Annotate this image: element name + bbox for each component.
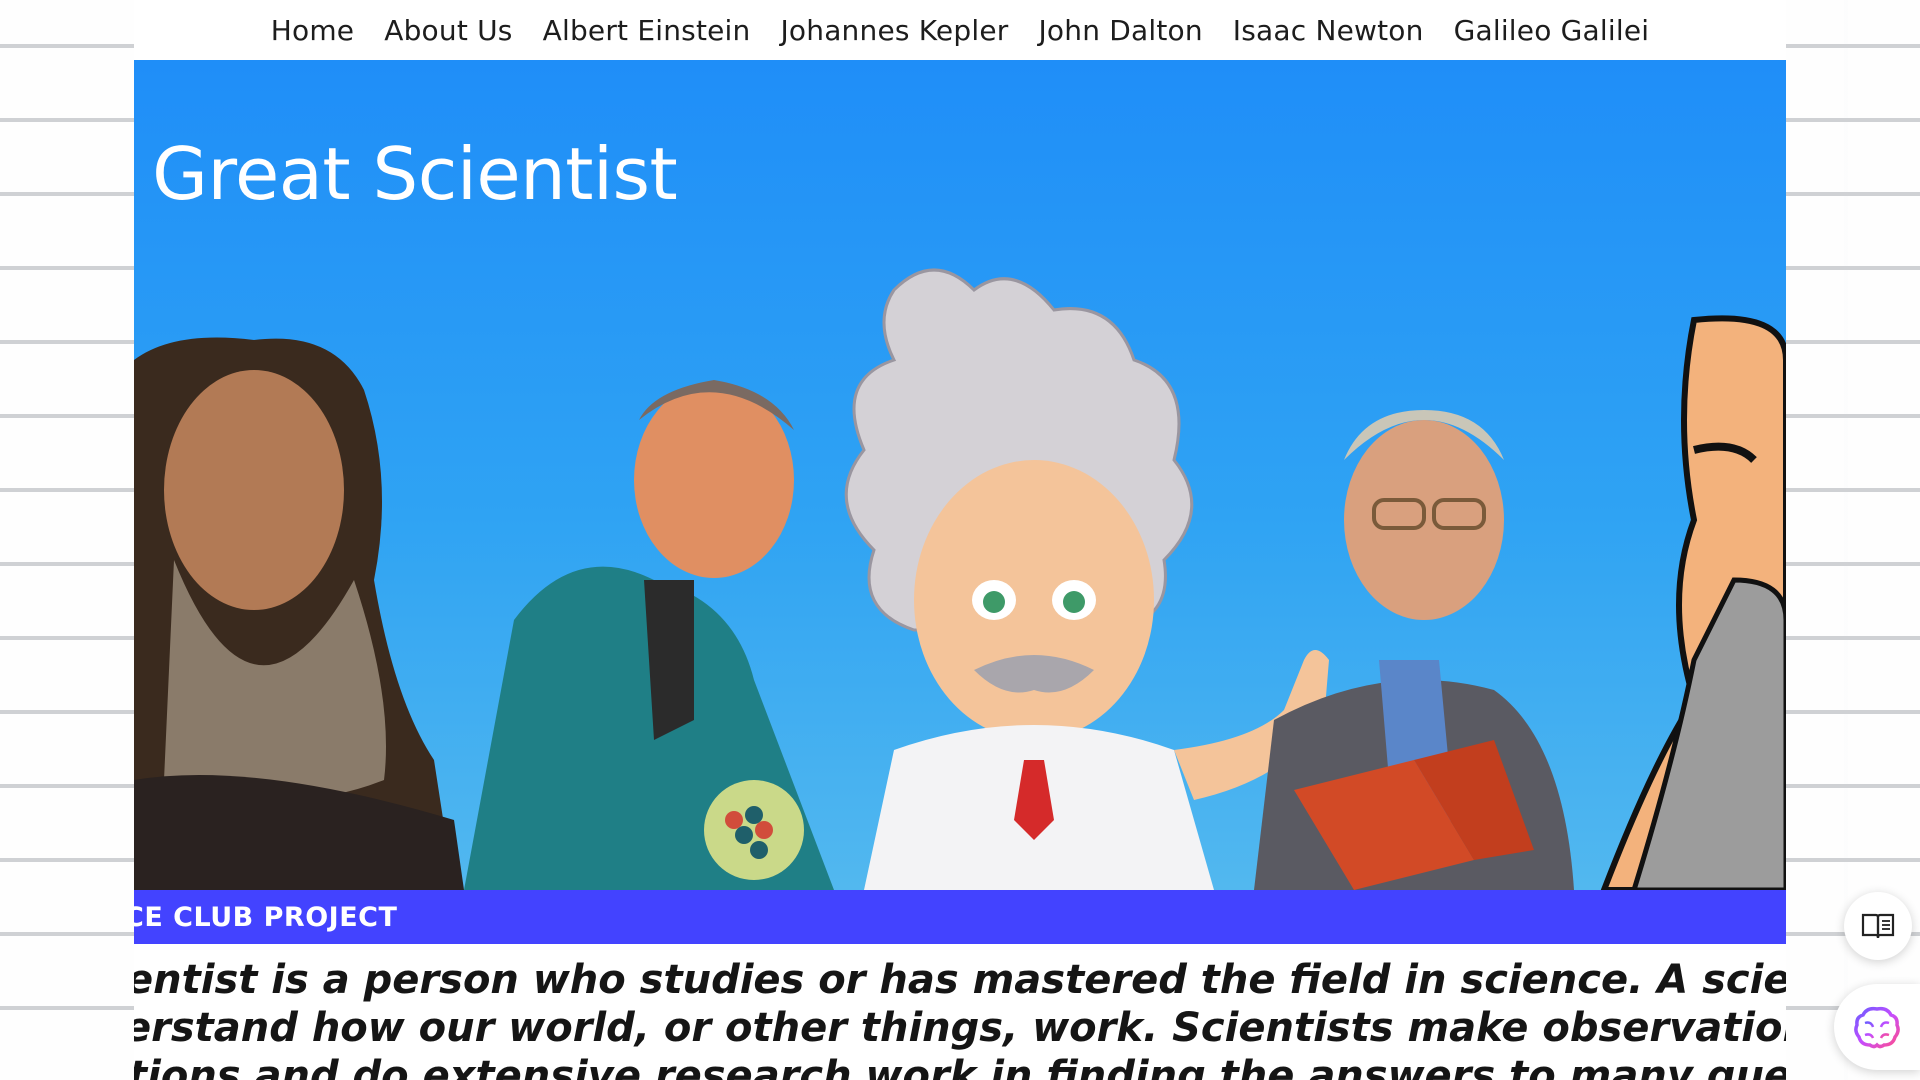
nav-galileo-galilei[interactable]: Galileo Galilei (1454, 14, 1650, 47)
man-with-book-figure (1254, 410, 1574, 890)
hero-title: e Great Scientist (134, 132, 678, 216)
nav-home[interactable]: Home (271, 14, 355, 47)
nav-albert-einstein[interactable]: Albert Einstein (543, 14, 751, 47)
brain-icon (1854, 1006, 1900, 1049)
galileo-figure (134, 337, 464, 890)
reader-mode-button[interactable] (1844, 892, 1912, 960)
einstein-figure (844, 268, 1329, 890)
intro-paragraph: entist is a person who studies or has ma… (134, 956, 1786, 1080)
club-project-banner: CE CLUB PROJECT (134, 890, 1786, 944)
nav-about-us[interactable]: About Us (384, 14, 512, 47)
nav-johannes-kepler[interactable]: Johannes Kepler (780, 14, 1008, 47)
page-container: Home About Us Albert Einstein Johannes K… (134, 0, 1786, 1080)
intro-line-3: tions and do extensive research work in … (134, 1053, 1786, 1080)
top-navigation: Home About Us Albert Einstein Johannes K… (134, 0, 1786, 60)
intro-line-2: erstand how our world, or other things, … (134, 1005, 1786, 1051)
assistant-button[interactable] (1834, 984, 1920, 1070)
hero-banner: e Great Scientist (134, 60, 1786, 890)
darwin-figure (1600, 315, 1786, 890)
nav-john-dalton[interactable]: John Dalton (1038, 14, 1202, 47)
dalton-figure (464, 380, 834, 890)
open-book-icon (1861, 913, 1895, 939)
nav-isaac-newton[interactable]: Isaac Newton (1233, 14, 1424, 47)
intro-line-1: entist is a person who studies or has ma… (134, 957, 1786, 1003)
banner-text: CE CLUB PROJECT (134, 901, 398, 933)
